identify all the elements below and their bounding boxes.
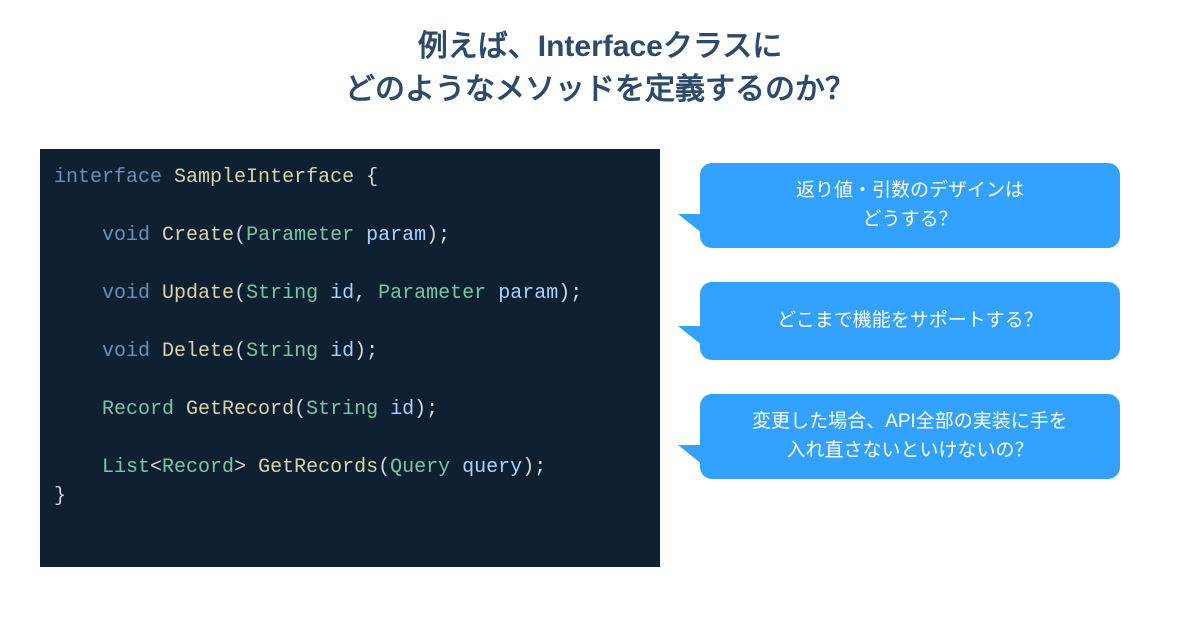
paren-close: ) [414, 398, 426, 421]
bubble-feature-support: どこまで機能をサポートする？ [700, 282, 1120, 360]
bubble-text: 変更した場合、API全部の実装に手を入れ直さないといけないの？ [752, 408, 1068, 465]
method-delete: Delete [162, 340, 234, 363]
method-create: Create [162, 224, 234, 247]
type-string: String [306, 398, 378, 421]
return-void: void [102, 282, 150, 305]
paren-close: ) [522, 456, 534, 479]
type-parameter: Parameter [378, 282, 486, 305]
semicolon: ; [438, 224, 450, 247]
paren-close: ) [426, 224, 438, 247]
brace-close: } [54, 485, 66, 508]
title-line1: 例えば、Interfaceクラスに [0, 26, 1200, 69]
angle-open: < [150, 456, 162, 479]
indent [54, 398, 102, 421]
param-id: id [390, 398, 414, 421]
semicolon: ; [534, 456, 546, 479]
param-query: query [462, 456, 522, 479]
space [318, 282, 330, 305]
space [318, 340, 330, 363]
method-getrecords: GetRecords [258, 456, 378, 479]
space [354, 166, 366, 189]
type-string: String [246, 282, 318, 305]
bubble-text: 返り値・引数のデザインはどうする？ [796, 177, 1024, 234]
paren-open: ( [378, 456, 390, 479]
method-update: Update [162, 282, 234, 305]
brace-open: { [366, 166, 378, 189]
code-block: interface SampleInterface { void Create(… [40, 149, 660, 567]
type-query: Query [390, 456, 450, 479]
param-id: id [330, 340, 354, 363]
keyword-interface: interface [54, 166, 162, 189]
bubble-return-args: 返り値・引数のデザインはどうする？ [700, 163, 1120, 248]
content-area: interface SampleInterface { void Create(… [0, 149, 1200, 567]
type-parameter: Parameter [246, 224, 354, 247]
type-string: String [246, 340, 318, 363]
param-param: param [498, 282, 558, 305]
method-getrecord: GetRecord [186, 398, 294, 421]
indent [54, 456, 102, 479]
angle-close: > [234, 456, 246, 479]
indent [54, 282, 102, 305]
slide-title: 例えば、Interfaceクラスに どのようなメソッドを定義するのか？ [0, 0, 1200, 111]
param-param: param [366, 224, 426, 247]
space [354, 224, 366, 247]
semicolon: ; [366, 340, 378, 363]
param-id: id [330, 282, 354, 305]
space [150, 340, 162, 363]
space [174, 398, 186, 421]
paren-open: ( [234, 282, 246, 305]
generic-record: Record [162, 456, 234, 479]
space [162, 166, 174, 189]
return-void: void [102, 224, 150, 247]
paren-open: ( [234, 224, 246, 247]
title-line2: どのようなメソッドを定義するのか？ [0, 69, 1200, 112]
paren-close: ) [354, 340, 366, 363]
bubble-change-impl: 変更した場合、API全部の実装に手を入れ直さないといけないの？ [700, 394, 1120, 479]
semicolon: ; [570, 282, 582, 305]
comma: , [354, 282, 378, 305]
interface-name: SampleInterface [174, 166, 354, 189]
space [246, 456, 258, 479]
semicolon: ; [426, 398, 438, 421]
space [378, 398, 390, 421]
paren-open: ( [234, 340, 246, 363]
indent [54, 340, 102, 363]
space [450, 456, 462, 479]
paren-open: ( [294, 398, 306, 421]
bubble-text: どこまで機能をサポートする？ [777, 307, 1042, 336]
paren-close: ) [558, 282, 570, 305]
return-list: List [102, 456, 150, 479]
indent [54, 224, 102, 247]
space [150, 224, 162, 247]
space [150, 282, 162, 305]
return-record: Record [102, 398, 174, 421]
speech-bubbles: 返り値・引数のデザインはどうする？ どこまで機能をサポートする？ 変更した場合、… [660, 149, 1160, 479]
space [486, 282, 498, 305]
return-void: void [102, 340, 150, 363]
